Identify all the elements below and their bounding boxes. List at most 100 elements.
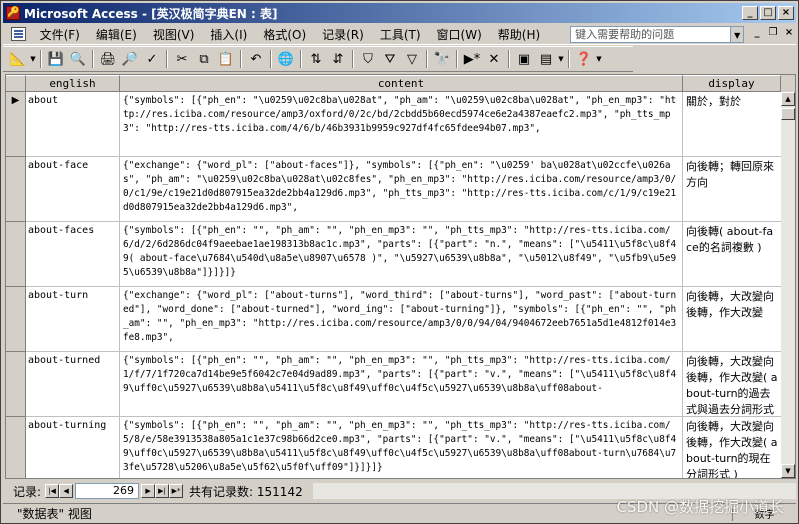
- help-dropdown-icon[interactable]: ▼: [731, 25, 744, 43]
- cell-content[interactable]: {"symbols": [{"ph_en": "", "ph_am": "", …: [120, 417, 683, 478]
- window-title: Microsoft Access - [英汉极简字典EN : 表]: [24, 6, 278, 21]
- cell-content[interactable]: {"exchange": {"word_pl": ["about-faces"]…: [120, 157, 683, 222]
- scroll-down-icon[interactable]: ▼: [781, 464, 795, 478]
- menu-records[interactable]: 记录(R): [314, 26, 372, 43]
- cell-content[interactable]: {"symbols": [{"ph_en": "\u0259\u02c8ba\u…: [120, 92, 683, 157]
- select-all-corner[interactable]: [6, 75, 26, 92]
- record-number-input[interactable]: 269: [75, 483, 140, 499]
- column-header-english[interactable]: english: [26, 75, 120, 92]
- title-bar: 🔑 Microsoft Access - [英汉极简字典EN : 表] _ □ …: [3, 3, 796, 23]
- cell-english[interactable]: about: [26, 92, 120, 157]
- cell-display[interactable]: 向後轉；轉回原來方向: [683, 157, 781, 222]
- table-doc-icon[interactable]: [11, 27, 26, 41]
- scroll-thumb[interactable]: [781, 108, 795, 120]
- save-icon[interactable]: 💾: [45, 48, 67, 70]
- cell-english[interactable]: about-faces: [26, 222, 120, 287]
- mdi-restore-button[interactable]: ❐: [766, 27, 780, 41]
- database-window-icon[interactable]: ▣: [513, 48, 535, 70]
- menu-view[interactable]: 视图(V): [145, 26, 203, 43]
- cell-display[interactable]: 向後轉( about-face的名詞複數 ): [683, 222, 781, 287]
- view-icon[interactable]: 📐: [7, 48, 29, 70]
- record-selector-current[interactable]: ▶: [6, 92, 26, 157]
- insert-hyperlink-icon[interactable]: 🌐: [275, 48, 297, 70]
- menu-edit[interactable]: 编辑(E): [88, 26, 145, 43]
- sort-ascending-icon[interactable]: ⇅: [305, 48, 327, 70]
- cell-content[interactable]: {"exchange": {"word_pl": ["about-turns"]…: [120, 287, 683, 352]
- find-icon[interactable]: 🔭: [431, 48, 453, 70]
- toolbar-separator: [508, 50, 510, 68]
- print-preview-icon[interactable]: 🔎: [119, 48, 141, 70]
- search-file-icon[interactable]: 🔍: [67, 48, 89, 70]
- record-selector[interactable]: [6, 287, 26, 352]
- first-record-icon[interactable]: |◀: [45, 484, 60, 498]
- help-question-input[interactable]: 键入需要帮助的问题: [570, 25, 732, 43]
- paste-icon[interactable]: 📋: [215, 48, 237, 70]
- help-icon[interactable]: ❓: [573, 48, 595, 70]
- cell-english[interactable]: about-turned: [26, 352, 120, 417]
- menu-help[interactable]: 帮助(H): [490, 26, 548, 43]
- cell-display[interactable]: 關於，對於: [683, 92, 781, 157]
- datasheet-grid: english content display ▶ about {"symbol…: [5, 74, 796, 479]
- scroll-up-icon[interactable]: ▲: [781, 92, 795, 106]
- cell-display[interactable]: 向後轉，大改變向後轉，作大改變( about-turn的現在分詞形式 ): [683, 417, 781, 478]
- table-row[interactable]: about-faces {"symbols": [{"ph_en": "", "…: [6, 222, 781, 287]
- record-selector[interactable]: [6, 352, 26, 417]
- new-record-icon[interactable]: ▶*: [461, 48, 483, 70]
- maximize-button[interactable]: □: [760, 6, 776, 20]
- toolbar-separator: [92, 50, 94, 68]
- table-row[interactable]: ▶ about {"symbols": [{"ph_en": "\u0259\u…: [6, 92, 781, 157]
- close-button[interactable]: ×: [778, 6, 794, 20]
- vertical-scrollbar[interactable]: ▲ ▼: [781, 92, 795, 478]
- filter-by-selection-icon[interactable]: ⛉: [357, 48, 379, 70]
- horizontal-scrollbar[interactable]: [312, 483, 796, 499]
- new-record-nav-icon[interactable]: ▶*: [169, 484, 184, 498]
- status-view-text: "数据表" 视图: [17, 506, 92, 521]
- column-header-content[interactable]: content: [120, 75, 683, 92]
- filter-by-form-icon[interactable]: ⛛: [379, 48, 401, 70]
- cell-english[interactable]: about-face: [26, 157, 120, 222]
- apply-filter-icon[interactable]: ▽: [401, 48, 423, 70]
- mdi-minimize-button[interactable]: _: [750, 27, 764, 41]
- table-row[interactable]: about-turn {"exchange": {"word_pl": ["ab…: [6, 287, 781, 352]
- record-selector[interactable]: [6, 157, 26, 222]
- mdi-close-button[interactable]: ×: [782, 27, 796, 41]
- menu-insert[interactable]: 插入(I): [202, 26, 255, 43]
- cell-display[interactable]: 向後轉，大改變向後轉，作大改變: [683, 287, 781, 352]
- table-row[interactable]: about-face {"exchange": {"word_pl": ["ab…: [6, 157, 781, 222]
- next-record-icon[interactable]: ▶: [141, 484, 156, 498]
- column-header-display[interactable]: display: [683, 75, 781, 92]
- toolbar-options-icon[interactable]: ▼: [595, 55, 603, 63]
- record-navigator: 记录: |◀ ◀ 269 ▶ ▶| ▶* 共有记录数: 151142: [5, 481, 796, 501]
- access-key-icon[interactable]: 🔑: [6, 6, 20, 20]
- cell-english[interactable]: about-turn: [26, 287, 120, 352]
- minimize-button[interactable]: _: [742, 6, 758, 20]
- menu-format[interactable]: 格式(O): [255, 26, 314, 43]
- spelling-icon[interactable]: ✓: [141, 48, 163, 70]
- cell-content[interactable]: {"symbols": [{"ph_en": "", "ph_am": "", …: [120, 222, 683, 287]
- table-row[interactable]: about-turning {"symbols": [{"ph_en": "",…: [6, 417, 781, 478]
- record-selector[interactable]: [6, 417, 26, 478]
- sort-descending-icon[interactable]: ⇵: [327, 48, 349, 70]
- cut-icon[interactable]: ✂: [171, 48, 193, 70]
- cell-content[interactable]: {"symbols": [{"ph_en": "", "ph_am": "", …: [120, 352, 683, 417]
- copy-icon[interactable]: ⧉: [193, 48, 215, 70]
- new-object-icon[interactable]: ▤: [535, 48, 557, 70]
- last-record-icon[interactable]: ▶|: [155, 484, 170, 498]
- toolbar-separator: [352, 50, 354, 68]
- delete-record-icon[interactable]: ✕: [483, 48, 505, 70]
- record-selector[interactable]: [6, 222, 26, 287]
- view-dropdown-icon[interactable]: ▼: [29, 55, 37, 63]
- cell-english[interactable]: about-turning: [26, 417, 120, 478]
- access-window: 🔑 Microsoft Access - [英汉极简字典EN : 表] _ □ …: [0, 0, 799, 524]
- table-row[interactable]: about-turned {"symbols": [{"ph_en": "", …: [6, 352, 781, 417]
- cell-display[interactable]: 向後轉，大改變向後轉，作大改變( about-turn的過去式與過去分詞形式 ): [683, 352, 781, 417]
- toolbar-separator: [426, 50, 428, 68]
- menu-file[interactable]: 文件(F): [32, 26, 88, 43]
- new-object-dropdown-icon[interactable]: ▼: [557, 55, 565, 63]
- record-label: 记录:: [13, 484, 42, 499]
- menu-tools[interactable]: 工具(T): [372, 26, 429, 43]
- menu-window[interactable]: 窗口(W): [429, 26, 490, 43]
- print-icon[interactable]: 🖨: [97, 48, 119, 70]
- undo-icon[interactable]: ↶: [245, 48, 267, 70]
- previous-record-icon[interactable]: ◀: [59, 484, 74, 498]
